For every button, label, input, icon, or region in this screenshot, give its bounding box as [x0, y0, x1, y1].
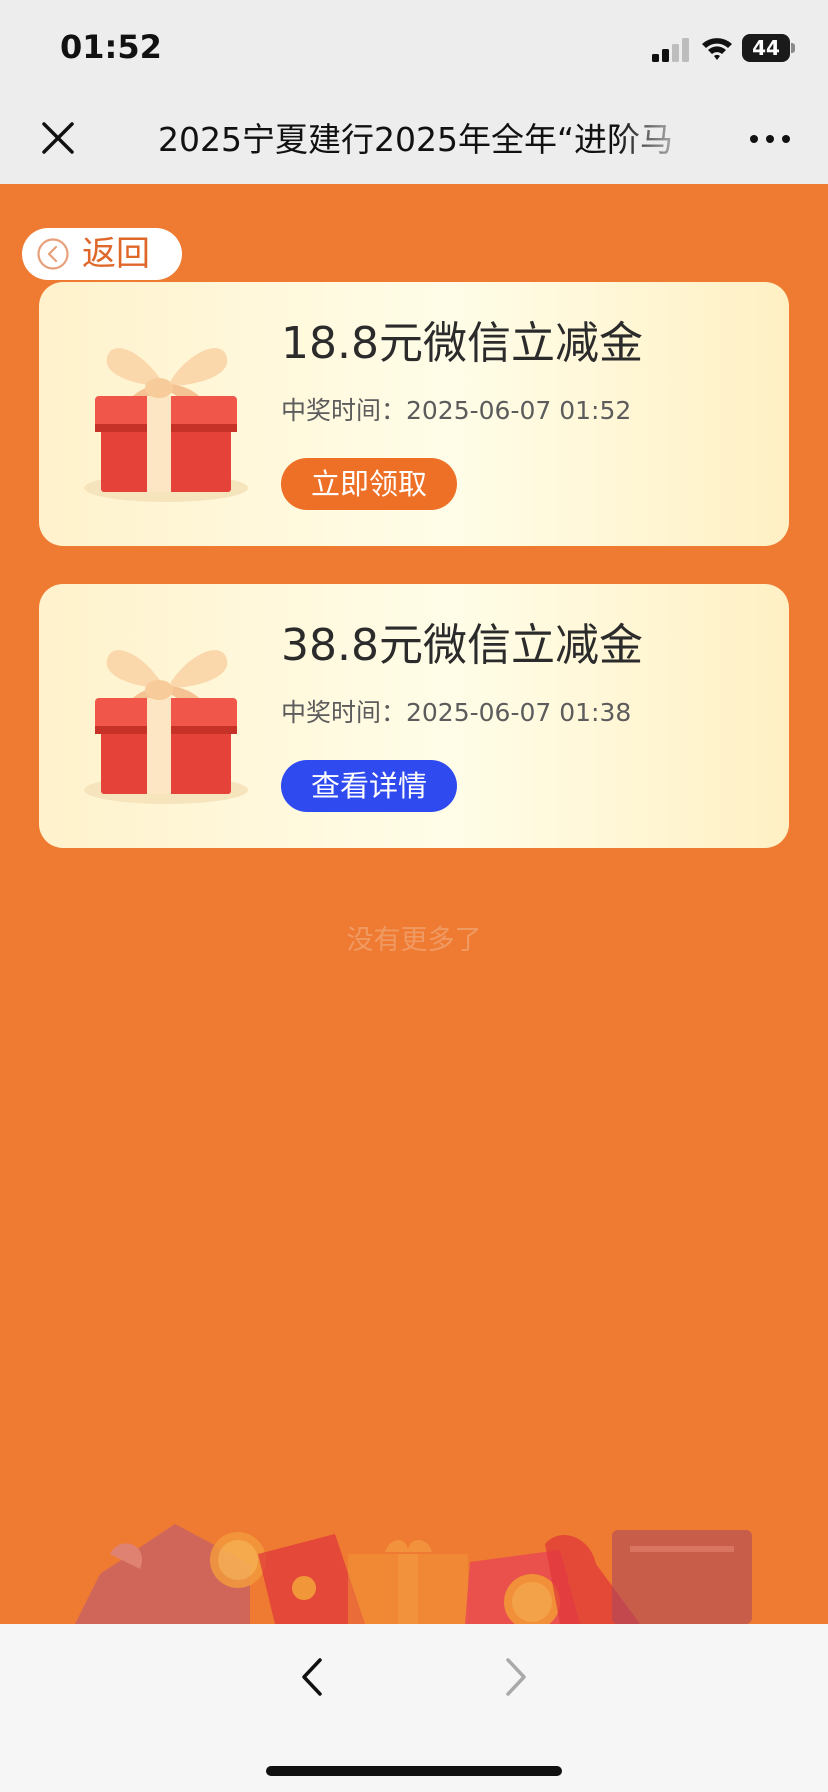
view-details-button[interactable]: 查看详情 — [281, 760, 457, 812]
page-title: 2025宁夏建行2025年全年“进阶马 — [158, 120, 674, 159]
battery-icon: 44 — [742, 34, 795, 62]
phone-screen: 01:52 44 2025宁夏建行2025年全年“进阶马 返回 18.8元微信立… — [0, 0, 828, 1792]
prize-card: 38.8元微信立减金 中奖时间：2025-06-07 01:38 查看详情 — [39, 584, 789, 848]
gift-box-icon — [84, 650, 248, 804]
no-more-label: 没有更多了 — [346, 925, 482, 956]
status-bar: 01:52 44 — [0, 0, 828, 96]
wifi-icon — [702, 38, 732, 60]
nav-bar: 2025宁夏建行2025年全年“进阶马 — [0, 96, 828, 184]
main-content: 返回 18.8元微信立减金 中奖时间：2025-06-07 01:52 立即领取 — [0, 184, 828, 1624]
close-icon[interactable] — [36, 116, 80, 160]
back-button[interactable]: 返回 — [22, 228, 182, 280]
chevron-left-icon[interactable] — [290, 1654, 336, 1700]
back-button-label: 返回 — [82, 234, 150, 274]
chevron-left-circle-icon — [37, 238, 69, 270]
prize-time: 中奖时间：2025-06-07 01:38 — [281, 698, 632, 727]
status-time: 01:52 — [60, 28, 162, 66]
chevron-right-icon[interactable] — [492, 1654, 538, 1700]
prize-card: 18.8元微信立减金 中奖时间：2025-06-07 01:52 立即领取 — [39, 282, 789, 546]
prize-time: 中奖时间：2025-06-07 01:52 — [281, 396, 632, 425]
decorative-red-packets — [75, 1524, 752, 1624]
more-icon[interactable] — [748, 132, 792, 146]
cellular-signal-icon — [652, 38, 689, 62]
home-indicator — [266, 1766, 562, 1776]
gift-box-icon — [84, 348, 248, 502]
claim-button[interactable]: 立即领取 — [281, 458, 457, 510]
battery-level: 44 — [752, 36, 780, 60]
browser-toolbar — [0, 1624, 828, 1792]
prize-title: 18.8元微信立减金 — [281, 318, 643, 369]
prize-title: 38.8元微信立减金 — [281, 620, 643, 671]
